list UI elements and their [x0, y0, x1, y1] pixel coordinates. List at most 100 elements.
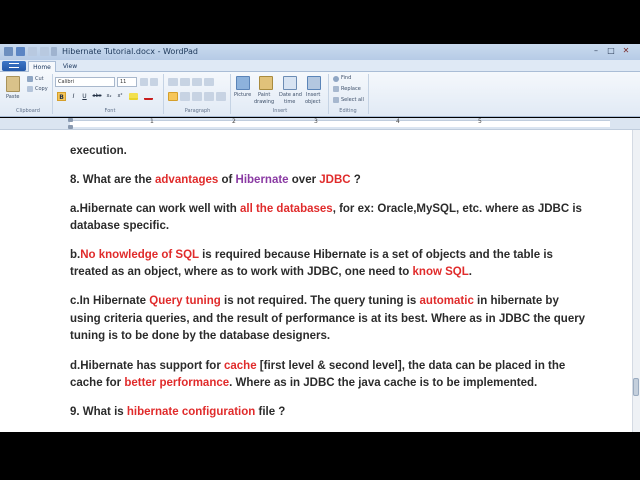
justify-icon[interactable] — [204, 92, 214, 101]
select-all-label[interactable]: Select all — [341, 97, 364, 103]
file-menu-button[interactable] — [2, 61, 26, 71]
hanging-indent-marker[interactable] — [68, 125, 73, 129]
wordpad-window: Hibernate Tutorial.docx - WordPad – □ ✕ … — [0, 0, 640, 480]
replace-icon[interactable] — [333, 86, 339, 92]
app-menu-icon[interactable] — [4, 47, 13, 56]
maximize-button[interactable]: □ — [605, 45, 617, 56]
increase-indent-icon[interactable] — [180, 78, 190, 86]
find-label[interactable]: Find — [341, 75, 351, 81]
paint-drawing-label-2[interactable]: drawing — [254, 99, 274, 105]
group-divider — [328, 74, 329, 114]
doc-line: execution. — [70, 145, 127, 157]
insert-object-label-2[interactable]: object — [305, 99, 320, 105]
find-icon[interactable] — [333, 76, 339, 82]
close-button[interactable]: ✕ — [620, 45, 632, 56]
calendar-icon[interactable] — [283, 76, 297, 90]
doc-line: using criteria queries, and the result o… — [70, 313, 586, 325]
scrollbar-thumb[interactable] — [633, 378, 639, 396]
align-right-icon[interactable] — [192, 92, 202, 101]
group-divider — [163, 74, 164, 114]
highlight-text: JDBC — [319, 174, 351, 186]
doc-line: tuning is to be done by the database des… — [70, 330, 331, 342]
clipboard-group-label: Clipboard — [16, 108, 40, 114]
ruler-number: 3 — [314, 118, 318, 125]
highlight-text: know SQL — [412, 266, 469, 278]
highlight-text: better performance — [124, 377, 230, 389]
insert-group-label: Insert — [272, 108, 288, 114]
doc-line: a.Hibernate can work well with all the d… — [70, 203, 582, 215]
undo-icon[interactable] — [28, 47, 37, 56]
group-divider — [368, 74, 369, 114]
doc-line: treated as an object, where as to work w… — [70, 266, 472, 278]
align-center-icon[interactable] — [180, 92, 190, 101]
highlight-text: all the databases — [240, 203, 333, 215]
ruler-number: 1 — [150, 118, 154, 125]
line-spacing-icon[interactable] — [204, 78, 214, 86]
paint-drawing-label[interactable]: Paint — [258, 92, 270, 98]
select-all-icon[interactable] — [333, 97, 339, 103]
highlight-text: automatic — [419, 295, 474, 307]
highlight-text: No knowledge of SQL — [80, 249, 199, 261]
highlight-text: hibernate configuration — [126, 406, 256, 418]
bullet-list-icon[interactable] — [192, 78, 202, 86]
decrease-indent-icon[interactable] — [168, 78, 178, 86]
highlight-icon[interactable] — [129, 93, 138, 100]
grow-font-icon[interactable] — [140, 78, 148, 86]
bold-button[interactable]: B — [57, 92, 66, 101]
replace-label[interactable]: Replace — [341, 86, 361, 92]
paint-drawing-icon[interactable] — [259, 76, 273, 90]
underline-button[interactable]: U — [80, 92, 89, 101]
paragraph-group-label: Paragraph — [184, 108, 211, 114]
date-time-label[interactable]: Date and — [279, 92, 302, 98]
subscript-button[interactable]: x₂ — [104, 92, 114, 101]
date-time-label-2[interactable]: time — [284, 99, 295, 105]
tab-view[interactable]: View — [58, 61, 82, 72]
question-heading: 8. What are the advantages of Hibernate … — [70, 174, 361, 186]
doc-line: cache for better performance. Where as i… — [70, 377, 538, 389]
font-group-label: Font — [104, 108, 116, 114]
doc-line: database specific. — [70, 220, 170, 232]
strikethrough-button[interactable]: abc — [91, 92, 103, 101]
picture-label[interactable]: Picture — [234, 92, 251, 98]
highlight-text: Hibernate — [235, 174, 289, 186]
doc-line: c.In Hibernate Query tuning is not requi… — [70, 295, 559, 307]
copy-label[interactable]: Copy — [35, 86, 48, 92]
group-divider — [230, 74, 231, 114]
font-size-select[interactable]: 11 — [117, 77, 137, 87]
minimize-button[interactable]: – — [590, 45, 602, 56]
insert-object-label[interactable]: Insert — [306, 92, 320, 98]
insert-object-icon[interactable] — [307, 76, 321, 90]
chevron-down-icon[interactable] — [51, 47, 57, 56]
align-left-icon[interactable] — [168, 92, 178, 101]
save-icon[interactable] — [16, 47, 25, 56]
group-divider — [52, 74, 53, 114]
doc-line: d.Hibernate has support for cache [first… — [70, 360, 566, 372]
highlight-text: Query tuning — [149, 295, 221, 307]
superscript-button[interactable]: x² — [115, 92, 125, 101]
shrink-font-icon[interactable] — [150, 78, 158, 86]
paste-label: Paste — [6, 94, 20, 100]
highlight-text: cache — [224, 360, 257, 372]
editing-group-label: Editing — [339, 108, 357, 114]
file-menu-icon — [9, 63, 19, 68]
letterbox-bar — [0, 432, 640, 480]
question-heading: 9. What is hibernate configuration file … — [70, 406, 286, 418]
tab-home[interactable]: Home — [28, 61, 56, 72]
highlight-text: advantages — [155, 174, 219, 186]
paragraph-settings-icon[interactable] — [216, 92, 226, 101]
ribbon-tab-bar — [0, 60, 640, 72]
first-line-indent-marker[interactable] — [68, 118, 73, 122]
redo-icon[interactable] — [40, 47, 49, 56]
font-color-icon[interactable] — [144, 93, 153, 100]
italic-button[interactable]: I — [69, 92, 78, 101]
font-family-select[interactable]: Calibri — [55, 77, 115, 87]
picture-icon[interactable] — [236, 76, 250, 90]
ruler-number: 2 — [232, 118, 236, 125]
paste-icon[interactable] — [6, 76, 20, 92]
ruler-number: 5 — [478, 118, 482, 125]
copy-icon[interactable] — [27, 86, 33, 92]
cut-label[interactable]: Cut — [35, 76, 44, 82]
doc-line: b.No knowledge of SQL is required becaus… — [70, 249, 553, 261]
scissors-icon[interactable] — [27, 76, 33, 82]
window-title: Hibernate Tutorial.docx - WordPad — [62, 47, 198, 56]
